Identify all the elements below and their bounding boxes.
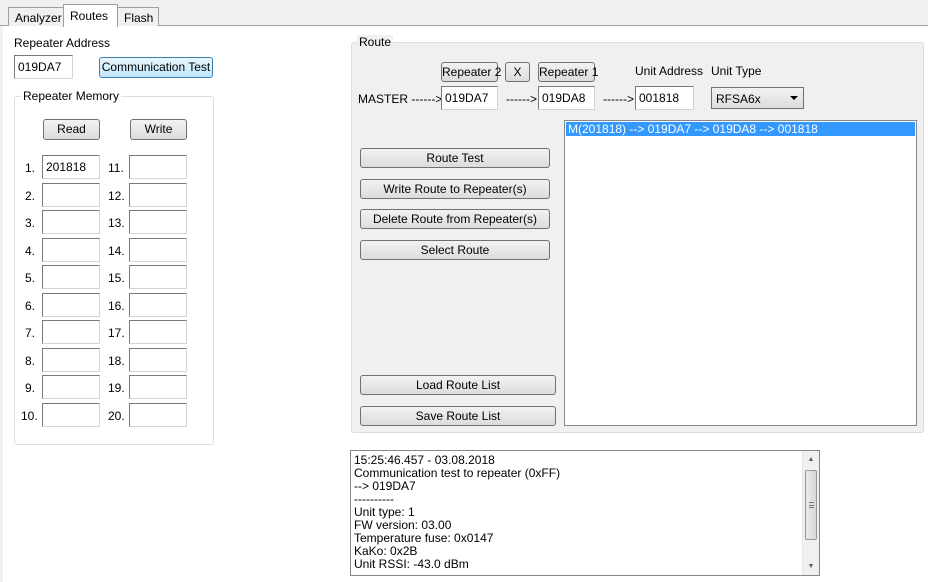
memory-slot-7-input[interactable] xyxy=(42,320,100,344)
scroll-up-arrow-icon[interactable]: ▲ xyxy=(803,451,819,468)
log-scrollbar[interactable]: ▲ ▼ xyxy=(802,451,819,575)
memory-slot-number: 2. xyxy=(25,188,36,203)
repeater-address-label: Repeater Address xyxy=(14,36,111,50)
memory-slot-number: 5. xyxy=(25,271,36,285)
memory-slot-number: 15. xyxy=(108,271,125,285)
memory-slot-number: 6. xyxy=(25,298,36,313)
memory-slot-18-input[interactable] xyxy=(129,347,187,372)
log-line: Temperature fuse: 0x0147 xyxy=(354,531,494,545)
route-test-button[interactable]: Route Test xyxy=(360,148,550,168)
route-arrow-2: ------> xyxy=(603,92,634,106)
log-line: Communication test to repeater (0xFF) xyxy=(354,466,561,480)
repeater-address-input[interactable]: 019DA7 xyxy=(14,55,73,79)
tab-analyzer[interactable]: Analyzer xyxy=(8,7,64,26)
memory-slot-13-input[interactable] xyxy=(129,210,187,234)
unit-address-input[interactable]: 001818 xyxy=(635,86,694,110)
repeater1-address-input[interactable]: 019DA8 xyxy=(538,86,595,110)
memory-slot-number: 16. xyxy=(108,298,125,313)
log-line: --> 019DA7 xyxy=(354,479,416,493)
select-route-button[interactable]: Select Route xyxy=(360,240,550,260)
route-arrow-1: ------> xyxy=(506,92,537,106)
memory-slot-15-input[interactable] xyxy=(129,265,187,289)
memory-slot-20-input[interactable] xyxy=(129,402,187,427)
route-list-item[interactable]: M(201818) --> 019DA7 --> 019DA8 --> 0018… xyxy=(566,122,915,136)
memory-slot-10-input[interactable] xyxy=(42,402,100,427)
memory-slot-6-input[interactable] xyxy=(42,292,100,317)
tab-flash[interactable]: Flash xyxy=(117,7,159,26)
load-route-list-button[interactable]: Load Route List xyxy=(360,375,556,395)
log-output[interactable]: 15:25:46.457 - 03.08.2018 Communication t… xyxy=(350,450,820,576)
memory-slot-number: 19. xyxy=(108,381,125,395)
memory-slot-2-input[interactable] xyxy=(42,182,100,207)
scroll-thumb[interactable] xyxy=(805,470,817,540)
tab-routes[interactable]: Routes xyxy=(63,4,118,27)
log-line: ---------- xyxy=(354,492,394,506)
memory-slot-1-input[interactable]: 201818 xyxy=(42,155,100,179)
memory-slot-number: 1. xyxy=(25,161,36,175)
memory-slot-4-input[interactable] xyxy=(42,237,100,262)
save-route-list-button[interactable]: Save Route List xyxy=(360,406,556,426)
memory-slot-number: 10. xyxy=(21,408,38,423)
memory-slot-number: 17. xyxy=(108,326,125,340)
route-title: Route xyxy=(357,35,394,49)
write-button[interactable]: Write xyxy=(130,119,187,140)
memory-slot-14-input[interactable] xyxy=(129,237,187,262)
memory-slot-number: 14. xyxy=(108,243,125,258)
memory-slot-17-input[interactable] xyxy=(129,320,187,344)
memory-slot-12-input[interactable] xyxy=(129,182,187,207)
memory-slot-number: 7. xyxy=(25,326,36,340)
unit-address-label: Unit Address xyxy=(635,64,704,78)
unit-type-label: Unit Type xyxy=(711,64,762,78)
memory-slot-9-input[interactable] xyxy=(42,375,100,399)
memory-slot-number: 18. xyxy=(108,353,125,368)
memory-slot-number: 12. xyxy=(108,188,125,203)
repeater1-button[interactable]: Repeater 1 xyxy=(538,62,598,82)
repeater2-button[interactable]: Repeater 2 xyxy=(441,62,501,82)
route-list[interactable]: M(201818) --> 019DA7 --> 019DA8 --> 0018… xyxy=(564,120,917,426)
memory-slot-16-input[interactable] xyxy=(129,292,187,317)
repeater-memory-title: Repeater Memory xyxy=(21,89,122,103)
delete-route-button[interactable]: Delete Route from Repeater(s) xyxy=(360,209,550,229)
memory-slot-number: 9. xyxy=(25,381,36,395)
memory-slot-number: 20. xyxy=(108,408,125,423)
memory-slot-11-input[interactable] xyxy=(129,155,187,179)
memory-slot-19-input[interactable] xyxy=(129,375,187,399)
memory-slot-number: 4. xyxy=(25,243,36,258)
master-label: MASTER ------> xyxy=(358,92,443,106)
memory-slot-5-input[interactable] xyxy=(42,265,100,289)
memory-slot-number: 8. xyxy=(25,353,36,368)
memory-slot-number: 11. xyxy=(108,161,124,175)
write-route-button[interactable]: Write Route to Repeater(s) xyxy=(360,179,550,199)
unit-type-select[interactable]: RFSA6x xyxy=(711,87,804,109)
scroll-down-arrow-icon[interactable]: ▼ xyxy=(803,558,819,575)
memory-slot-8-input[interactable] xyxy=(42,347,100,372)
memory-slot-number: 3. xyxy=(25,216,36,230)
memory-slot-3-input[interactable] xyxy=(42,210,100,234)
read-button[interactable]: Read xyxy=(43,119,100,140)
log-line: Unit RSSI: -43.0 dBm xyxy=(354,557,469,571)
unit-type-value: RFSA6x xyxy=(716,92,761,106)
clear-route-x-button[interactable]: X xyxy=(505,62,530,82)
memory-slot-number: 13. xyxy=(108,216,125,230)
communication-test-button[interactable]: Communication Test xyxy=(99,57,213,78)
repeater2-address-input[interactable]: 019DA7 xyxy=(441,86,498,110)
chevron-down-icon xyxy=(790,96,798,100)
